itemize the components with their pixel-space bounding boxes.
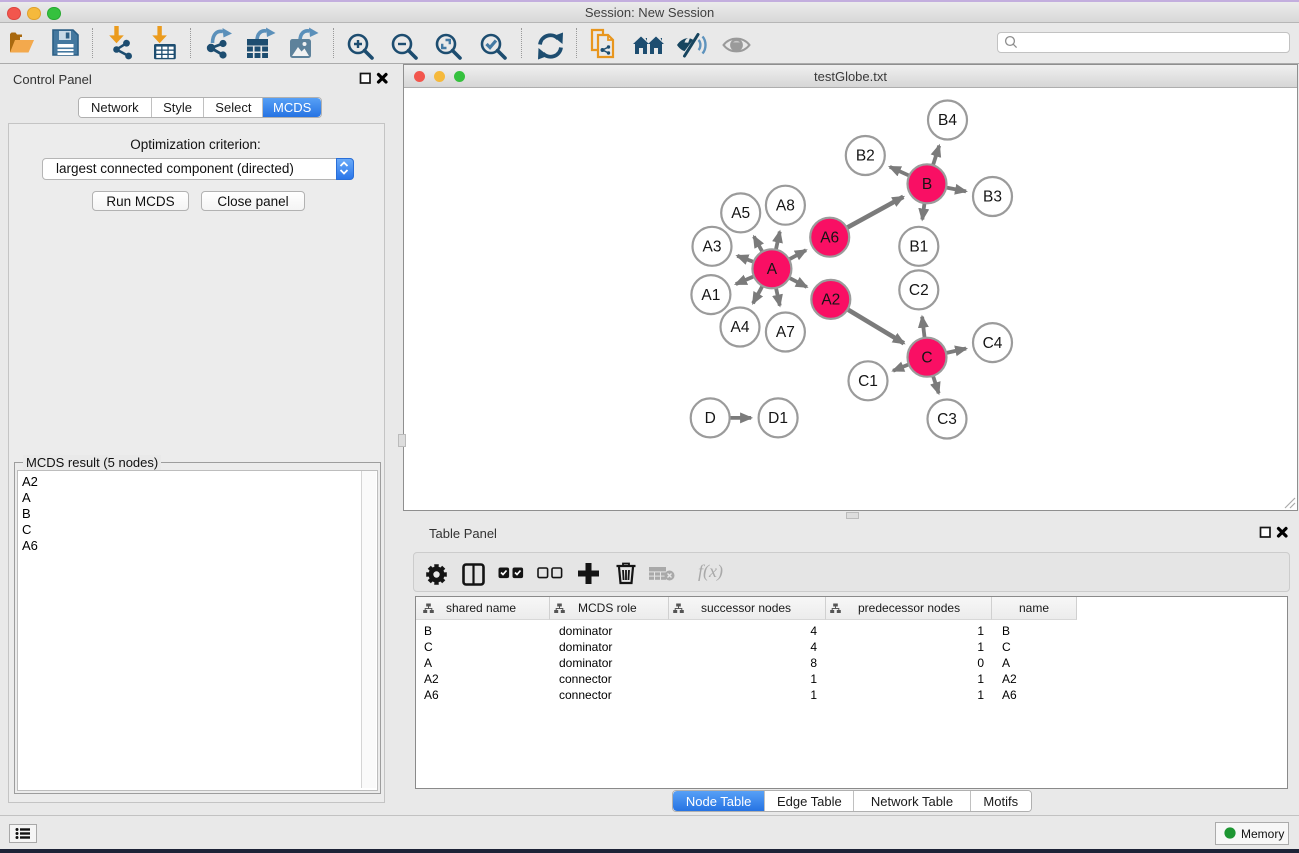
svg-text:C1: C1 xyxy=(858,373,878,390)
svg-text:D1: D1 xyxy=(768,410,788,427)
svg-text:C2: C2 xyxy=(909,282,929,299)
svg-text:B1: B1 xyxy=(909,239,928,256)
svg-text:C4: C4 xyxy=(983,335,1003,352)
svg-text:B4: B4 xyxy=(938,112,957,129)
svg-text:A5: A5 xyxy=(731,205,750,222)
svg-text:C: C xyxy=(921,349,932,366)
svg-text:D: D xyxy=(705,410,716,427)
svg-text:A2: A2 xyxy=(821,292,840,309)
svg-text:B2: B2 xyxy=(856,148,875,165)
svg-text:C3: C3 xyxy=(937,411,957,428)
svg-text:B: B xyxy=(922,176,932,193)
svg-text:A6: A6 xyxy=(820,229,839,246)
svg-text:A8: A8 xyxy=(776,197,795,214)
svg-text:A1: A1 xyxy=(701,287,720,304)
svg-text:A3: A3 xyxy=(703,239,722,256)
svg-text:A7: A7 xyxy=(776,324,795,341)
svg-text:B3: B3 xyxy=(983,189,1002,206)
svg-text:A4: A4 xyxy=(731,319,750,336)
svg-text:A: A xyxy=(767,261,778,278)
